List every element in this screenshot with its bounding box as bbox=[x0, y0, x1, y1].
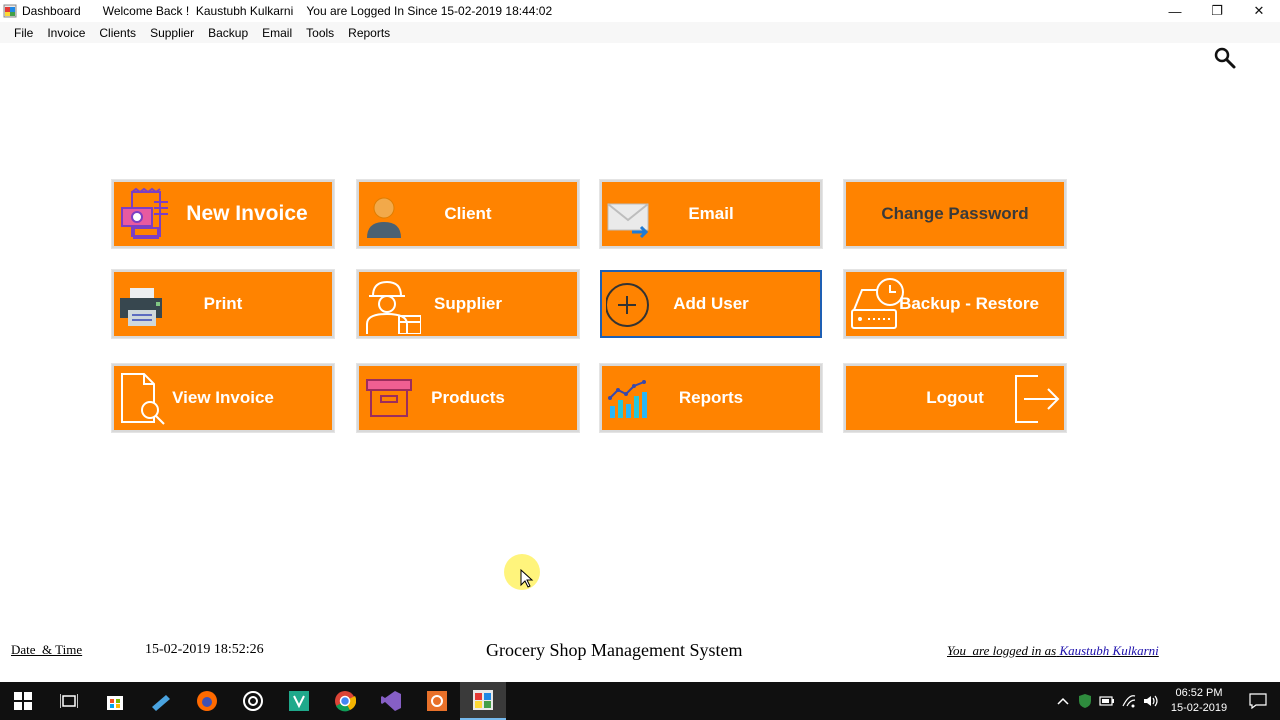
backup-restore-button[interactable]: Backup - Restore bbox=[844, 270, 1066, 338]
grocery-app-icon bbox=[473, 690, 493, 710]
view-document-icon bbox=[118, 370, 176, 428]
close-button[interactable]: ✕ bbox=[1238, 0, 1280, 22]
windows-icon bbox=[14, 692, 32, 710]
editor-icon bbox=[289, 691, 309, 711]
firefox-icon bbox=[197, 691, 217, 711]
taskbar-chrome[interactable] bbox=[322, 682, 368, 720]
search-icon[interactable] bbox=[1213, 46, 1237, 70]
welcome-text: Welcome Back ! Kaustubh Kulkarni You are… bbox=[102, 4, 553, 18]
menu-backup[interactable]: Backup bbox=[201, 26, 255, 40]
wifi-icon[interactable] bbox=[1118, 682, 1140, 720]
reports-button[interactable]: Reports bbox=[600, 364, 822, 432]
presentation-icon bbox=[427, 691, 447, 711]
clock-time: 06:52 PM bbox=[1175, 687, 1223, 699]
change-password-button[interactable]: Change Password bbox=[844, 180, 1066, 248]
taskbar-visual-studio[interactable] bbox=[368, 682, 414, 720]
start-button[interactable] bbox=[0, 682, 46, 720]
app-name: Grocery Shop Management System bbox=[486, 640, 743, 660]
notification-center-icon[interactable] bbox=[1236, 682, 1280, 720]
system-tray: 06:52 PM 15-02-2019 bbox=[1052, 682, 1280, 720]
logout-icon bbox=[1004, 370, 1062, 428]
menu-file[interactable]: File bbox=[7, 26, 40, 40]
print-button[interactable]: Print bbox=[112, 270, 334, 338]
products-label: Products bbox=[431, 388, 505, 407]
minimize-button[interactable]: — bbox=[1154, 0, 1196, 22]
printer-icon bbox=[118, 276, 176, 334]
taskbar-clock[interactable]: 06:52 PM 15-02-2019 bbox=[1162, 686, 1236, 716]
tray-chevron-up-icon[interactable] bbox=[1052, 682, 1074, 720]
menu-supplier[interactable]: Supplier bbox=[143, 26, 201, 40]
print-label: Print bbox=[203, 294, 243, 313]
menu-email[interactable]: Email bbox=[255, 26, 299, 40]
email-icon bbox=[606, 186, 664, 244]
email-button[interactable]: Email bbox=[600, 180, 822, 248]
email-label: Email bbox=[688, 204, 734, 223]
view-invoice-button[interactable]: View Invoice bbox=[112, 364, 334, 432]
target-icon bbox=[243, 691, 263, 711]
status-footer: Date & Time 15-02-2019 18:52:26 Grocery … bbox=[0, 640, 1280, 664]
taskbar-app-4[interactable] bbox=[414, 682, 460, 720]
clock-date: 15-02-2019 bbox=[1170, 702, 1228, 714]
taskbar-grocery-app[interactable] bbox=[460, 682, 506, 720]
taskbar: 06:52 PM 15-02-2019 bbox=[0, 682, 1280, 720]
menu-clients[interactable]: Clients bbox=[92, 26, 143, 40]
new-invoice-button[interactable]: New Invoice bbox=[112, 180, 334, 248]
pen-icon bbox=[152, 695, 170, 711]
battery-icon[interactable] bbox=[1096, 682, 1118, 720]
add-user-button[interactable]: Add User bbox=[600, 270, 822, 338]
store-icon bbox=[107, 696, 123, 710]
add-circle-icon bbox=[605, 276, 664, 334]
taskbar-app-2[interactable] bbox=[230, 682, 276, 720]
supplier-button[interactable]: Supplier bbox=[357, 270, 579, 338]
taskbar-app-1[interactable] bbox=[138, 682, 184, 720]
taskbar-app-3[interactable] bbox=[276, 682, 322, 720]
add-user-label: Add User bbox=[673, 294, 749, 313]
window-title: Dashboard bbox=[22, 4, 81, 18]
logged-in-user-link[interactable]: Kaustubh Kulkarni bbox=[1059, 643, 1158, 658]
task-view-button[interactable] bbox=[46, 682, 92, 720]
supplier-label: Supplier bbox=[433, 294, 502, 313]
menu-bar: File Invoice Clients Supplier Backup Ema… bbox=[0, 22, 1280, 43]
view-invoice-label: View Invoice bbox=[172, 388, 274, 407]
taskbar-firefox[interactable] bbox=[184, 682, 230, 720]
taskbar-store[interactable] bbox=[92, 682, 138, 720]
logged-in-info: You are logged in as Kaustubh Kulkarni bbox=[947, 643, 1159, 659]
task-view-icon bbox=[60, 694, 78, 708]
new-invoice-label: New Invoice bbox=[186, 202, 308, 225]
client-button[interactable]: Client bbox=[357, 180, 579, 248]
restore-button[interactable]: ❐ bbox=[1196, 0, 1238, 22]
app-icon bbox=[3, 4, 17, 18]
logged-in-prefix: You are logged in as bbox=[947, 643, 1057, 658]
supplier-icon bbox=[363, 276, 422, 335]
chrome-icon bbox=[335, 691, 356, 712]
menu-tools[interactable]: Tools bbox=[299, 26, 341, 40]
volume-icon[interactable] bbox=[1140, 682, 1162, 720]
reports-label: Reports bbox=[678, 388, 744, 407]
date-time-value: 15-02-2019 18:52:26 bbox=[145, 642, 264, 657]
menu-reports[interactable]: Reports bbox=[341, 26, 397, 40]
products-box-icon bbox=[363, 370, 421, 428]
client-icon bbox=[363, 186, 421, 244]
title-bar: Dashboard Welcome Back ! Kaustubh Kulkar… bbox=[0, 0, 1280, 22]
client-label: Client bbox=[444, 204, 492, 223]
products-button[interactable]: Products bbox=[357, 364, 579, 432]
defender-shield-icon[interactable] bbox=[1074, 682, 1096, 720]
invoice-icon bbox=[118, 186, 176, 244]
window-controls: — ❐ ✕ bbox=[1154, 0, 1280, 22]
menu-invoice[interactable]: Invoice bbox=[40, 26, 92, 40]
logout-button[interactable]: Logout bbox=[844, 364, 1066, 432]
mouse-cursor-icon bbox=[520, 568, 534, 589]
backup-restore-label: Backup - Restore bbox=[899, 294, 1039, 313]
chart-icon bbox=[606, 370, 664, 428]
change-password-label: Change Password bbox=[881, 204, 1029, 223]
date-time-label: Date & Time bbox=[11, 642, 83, 657]
logout-label: Logout bbox=[926, 388, 984, 407]
visual-studio-icon bbox=[381, 691, 401, 711]
